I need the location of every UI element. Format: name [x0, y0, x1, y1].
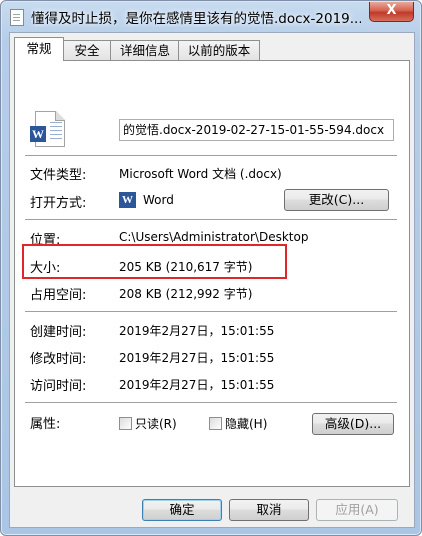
separator	[25, 219, 397, 221]
close-button[interactable]: X	[369, 2, 414, 22]
size-highlight-box	[22, 244, 287, 279]
general-panel: W 的觉悟.docx-2019-02-27-15-01-55-594.docx …	[14, 60, 410, 487]
location-value: C:\Users\Administrator\Desktop	[119, 230, 309, 244]
separator	[25, 402, 397, 404]
modified-label: 修改时间:	[30, 352, 87, 367]
accessed-label: 访问时间:	[30, 379, 87, 394]
document-icon	[10, 9, 24, 26]
word-document-icon: W	[30, 111, 65, 147]
change-button[interactable]: 更改(C)...	[284, 189, 389, 211]
opens-with-label: 打开方式:	[30, 196, 87, 211]
hidden-label[interactable]: 隐藏(H)	[225, 415, 267, 432]
created-value: 2019年2月27日，15:01:55	[119, 324, 275, 338]
window-title: 懂得及时止损，是你在感情里该有的觉悟.docx-2019...	[31, 11, 361, 27]
tab-previous-versions[interactable]: 以前的版本	[178, 40, 260, 60]
tab-security[interactable]: 安全	[62, 40, 112, 60]
ok-button[interactable]: 确定	[142, 499, 222, 521]
separator	[25, 155, 397, 157]
apply-button[interactable]: 应用(A)	[316, 499, 398, 521]
cancel-button[interactable]: 取消	[229, 499, 309, 521]
opens-with-value: Word	[143, 193, 174, 207]
dialog-client: 常规 安全 详细信息 以前的版本 W 的觉悟.docx-2019-02-27-1…	[9, 32, 415, 528]
modified-value: 2019年2月27日，15:01:55	[119, 351, 275, 365]
word-app-icon: W	[119, 192, 136, 208]
separator	[25, 311, 397, 313]
accessed-value: 2019年2月27日，15:01:55	[119, 378, 275, 392]
file-type-label: 文件类型:	[30, 168, 87, 183]
file-type-value: Microsoft Word 文档 (.docx)	[119, 167, 282, 181]
filename-field[interactable]: 的觉悟.docx-2019-02-27-15-01-55-594.docx	[119, 119, 394, 141]
hidden-checkbox[interactable]	[209, 417, 222, 430]
tab-general[interactable]: 常规	[14, 37, 64, 61]
properties-dialog: 懂得及时止损，是你在感情里该有的觉悟.docx-2019... X 常规 安全 …	[0, 0, 422, 536]
readonly-checkbox[interactable]	[119, 417, 132, 430]
readonly-label[interactable]: 只读(R)	[135, 415, 177, 432]
attributes-label: 属性:	[30, 417, 61, 432]
size-on-disk-value: 208 KB (212,992 字节)	[119, 287, 253, 301]
word-logo-icon: W	[30, 126, 46, 142]
tab-details[interactable]: 详细信息	[110, 40, 180, 60]
advanced-button[interactable]: 高级(D)...	[312, 413, 394, 435]
created-label: 创建时间:	[30, 325, 87, 340]
title-bar[interactable]: 懂得及时止损，是你在感情里该有的觉悟.docx-2019... X	[1, 1, 421, 31]
size-on-disk-label: 占用空间:	[30, 288, 87, 303]
